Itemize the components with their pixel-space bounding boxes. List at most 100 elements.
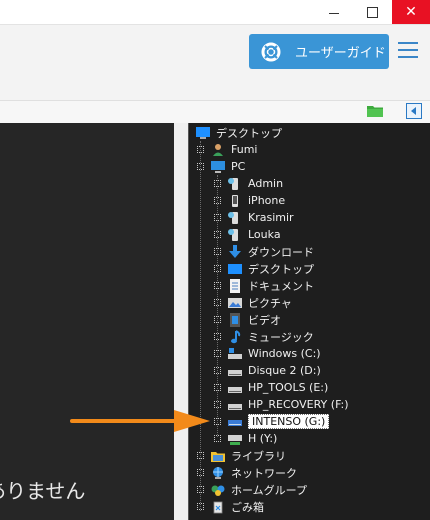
desktop-icon bbox=[196, 126, 210, 139]
tree-node-network[interactable]: ネットワーク bbox=[197, 464, 297, 481]
tree-node-label: ビデオ bbox=[248, 313, 281, 327]
tree-node-root[interactable]: デスクトップ bbox=[195, 124, 282, 141]
tree-node-label: ごみ箱 bbox=[231, 500, 264, 514]
close-icon: ✕ bbox=[405, 4, 417, 20]
network-icon bbox=[213, 466, 223, 479]
tree-node-label: ネットワーク bbox=[231, 466, 297, 480]
main-content-panel: ありません bbox=[0, 123, 174, 520]
tree-node-desktop[interactable]: デスクトップ bbox=[214, 260, 314, 277]
maximize-icon bbox=[366, 6, 378, 18]
tree-node-label: PC bbox=[231, 160, 246, 173]
device-icon bbox=[228, 228, 238, 241]
expand-toggle[interactable] bbox=[197, 163, 204, 170]
tree-node-louka[interactable]: Louka bbox=[214, 226, 281, 243]
expand-toggle[interactable] bbox=[214, 367, 221, 374]
expand-toggle[interactable] bbox=[214, 180, 221, 187]
tree-node-recycle-bin[interactable]: ごみ箱 bbox=[197, 498, 264, 515]
expand-toggle[interactable] bbox=[214, 197, 221, 204]
tree-node-drive-c[interactable]: Windows (C:) bbox=[214, 345, 321, 362]
expand-toggle[interactable] bbox=[214, 248, 221, 255]
system-drive-icon bbox=[228, 347, 242, 359]
library-icon bbox=[211, 451, 225, 462]
recycle-bin-icon bbox=[213, 501, 223, 513]
tree-node-music[interactable]: ミュージック bbox=[214, 328, 314, 345]
window-titlebar: ✕ bbox=[0, 0, 430, 24]
tree-node-label: iPhone bbox=[248, 194, 286, 207]
expand-toggle[interactable] bbox=[214, 333, 221, 340]
tree-node-pictures[interactable]: ピクチャ bbox=[214, 294, 292, 311]
document-icon bbox=[230, 278, 240, 293]
expand-toggle[interactable] bbox=[214, 231, 221, 238]
tree-node-label: ピクチャ bbox=[248, 296, 292, 310]
tree-node-label: Louka bbox=[248, 228, 281, 241]
expand-toggle[interactable] bbox=[214, 401, 221, 408]
tree-node-label-selected: INTENSO (G:) bbox=[248, 414, 330, 429]
tree-node-fumi[interactable]: Fumi bbox=[197, 141, 257, 158]
drive-icon bbox=[228, 369, 242, 376]
download-icon bbox=[229, 244, 241, 258]
tree-node-label: ライブラリ bbox=[231, 449, 286, 463]
expand-toggle[interactable] bbox=[214, 299, 221, 306]
tree-node-label: ホームグループ bbox=[231, 483, 308, 497]
expand-toggle[interactable] bbox=[214, 350, 221, 357]
tree-node-label: Windows (C:) bbox=[248, 347, 321, 360]
tree-node-pc[interactable]: PC bbox=[197, 158, 245, 175]
usb-drive-icon bbox=[228, 419, 242, 426]
expand-toggle[interactable] bbox=[214, 418, 221, 425]
network-drive-icon bbox=[228, 434, 242, 445]
tree-node-documents[interactable]: ドキュメント bbox=[214, 277, 314, 294]
lifebuoy-icon bbox=[261, 42, 281, 61]
user-guide-button[interactable]: ユーザーガイド bbox=[249, 34, 389, 69]
tree-node-label: ドキュメント bbox=[248, 279, 314, 293]
tree-node-label: ミュージック bbox=[248, 330, 314, 344]
tree-node-homegroup[interactable]: ホームグループ bbox=[197, 481, 307, 498]
tree-node-admin[interactable]: Admin bbox=[214, 175, 283, 192]
music-icon bbox=[231, 329, 241, 343]
folder-icon[interactable] bbox=[366, 104, 384, 118]
expand-toggle[interactable] bbox=[214, 435, 221, 442]
expand-toggle[interactable] bbox=[214, 384, 221, 391]
expand-toggle[interactable] bbox=[214, 265, 221, 272]
tree-node-drive-g[interactable]: INTENSO (G:) bbox=[214, 413, 330, 430]
pc-icon bbox=[211, 160, 225, 173]
expand-toggle[interactable] bbox=[197, 452, 204, 459]
tree-node-label: HP_TOOLS (E:) bbox=[248, 381, 329, 394]
video-icon bbox=[230, 312, 240, 327]
tree-node-iphone[interactable]: iPhone bbox=[214, 192, 285, 209]
tree-node-label: H (Y:) bbox=[248, 432, 278, 445]
maximize-button[interactable] bbox=[353, 0, 391, 24]
tree-node-drive-f[interactable]: HP_RECOVERY (F:) bbox=[214, 396, 349, 413]
device-icon bbox=[228, 211, 238, 224]
expand-toggle[interactable] bbox=[197, 469, 204, 476]
tree-node-drive-e[interactable]: HP_TOOLS (E:) bbox=[214, 379, 328, 396]
drive-icon bbox=[228, 386, 242, 393]
tree-node-krasimir[interactable]: Krasimir bbox=[214, 209, 294, 226]
pictures-icon bbox=[228, 297, 242, 308]
collapse-panel-icon[interactable] bbox=[406, 103, 422, 119]
phone-icon bbox=[232, 194, 238, 207]
tree-node-drive-y[interactable]: H (Y:) bbox=[214, 430, 277, 447]
homegroup-icon bbox=[211, 485, 225, 496]
hamburger-menu-icon[interactable] bbox=[398, 42, 420, 60]
folder-tree-panel: デスクトップ Fumi PC Admin iPhone Krasimir Lou… bbox=[188, 123, 430, 520]
tree-node-videos[interactable]: ビデオ bbox=[214, 311, 281, 328]
expand-toggle[interactable] bbox=[197, 486, 204, 493]
expand-toggle[interactable] bbox=[214, 316, 221, 323]
user-icon bbox=[213, 143, 223, 156]
expand-toggle[interactable] bbox=[214, 282, 221, 289]
expand-toggle[interactable] bbox=[197, 503, 204, 510]
tree-node-libraries[interactable]: ライブラリ bbox=[197, 447, 286, 464]
panel-splitter[interactable] bbox=[174, 123, 188, 520]
tree-node-label: ダウンロード bbox=[248, 245, 314, 259]
tree-node-downloads[interactable]: ダウンロード bbox=[214, 243, 314, 260]
tree-node-label: Krasimir bbox=[248, 211, 294, 224]
tree-node-label: デスクトップ bbox=[216, 126, 282, 140]
expand-toggle[interactable] bbox=[214, 214, 221, 221]
empty-message: ありません bbox=[0, 479, 86, 503]
expand-toggle[interactable] bbox=[197, 146, 204, 153]
device-icon bbox=[228, 177, 238, 190]
minimize-button[interactable] bbox=[315, 0, 353, 24]
tree-node-label: HP_RECOVERY (F:) bbox=[248, 398, 349, 411]
tree-node-drive-d[interactable]: Disque 2 (D:) bbox=[214, 362, 321, 379]
close-button[interactable]: ✕ bbox=[392, 0, 430, 24]
